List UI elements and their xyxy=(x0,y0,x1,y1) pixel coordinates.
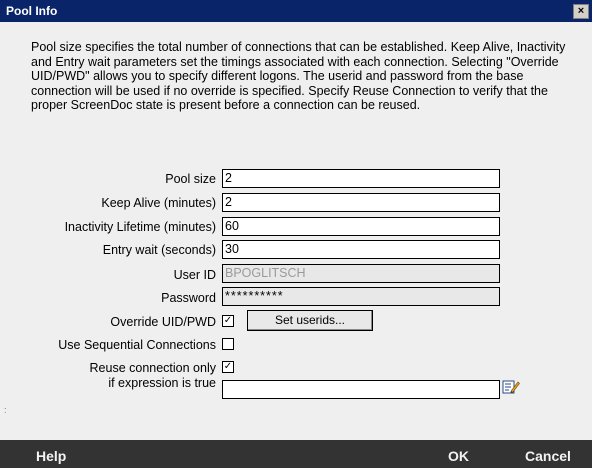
keep-alive-label: Keep Alive (minutes) xyxy=(101,196,216,210)
inactivity-lifetime-label: Inactivity Lifetime (minutes) xyxy=(64,220,216,234)
password-input: ********** xyxy=(222,287,500,306)
cancel-button[interactable]: Cancel xyxy=(525,448,571,464)
entry-wait-label: Entry wait (seconds) xyxy=(102,243,216,257)
description-text: Pool size specifies the total number of … xyxy=(31,40,566,113)
title-bar: Pool Info × xyxy=(0,0,592,22)
override-uid-pwd-label: Override UID/PWD xyxy=(110,315,216,329)
reuse-connection-label-line2: if expression is true xyxy=(108,376,216,390)
button-bar xyxy=(0,440,592,468)
keep-alive-input[interactable] xyxy=(222,193,500,212)
set-userids-button[interactable]: Set userids... xyxy=(247,310,373,331)
edit-expression-icon[interactable] xyxy=(502,379,520,395)
close-icon[interactable]: × xyxy=(573,4,589,19)
pool-info-dialog: Pool Info × Pool size specifies the tota… xyxy=(0,0,592,468)
entry-wait-input[interactable] xyxy=(222,240,500,259)
window-title: Pool Info xyxy=(6,4,58,18)
pool-size-label: Pool size xyxy=(165,172,216,186)
use-sequential-label: Use Sequential Connections xyxy=(58,338,216,352)
use-sequential-checkbox[interactable] xyxy=(222,338,234,350)
reuse-expression-input[interactable] xyxy=(222,380,500,399)
ok-button[interactable]: OK xyxy=(448,448,469,464)
help-button[interactable]: Help xyxy=(36,448,66,464)
override-uid-pwd-checkbox[interactable]: ✓ xyxy=(222,315,234,327)
pool-size-input[interactable] xyxy=(222,169,500,188)
user-id-input xyxy=(222,264,500,283)
inactivity-lifetime-input[interactable] xyxy=(222,217,500,236)
reuse-connection-label-line1: Reuse connection only xyxy=(89,361,216,375)
password-label: Password xyxy=(161,291,216,305)
user-id-label: User ID xyxy=(173,268,216,282)
reuse-connection-checkbox[interactable]: ✓ xyxy=(222,361,234,373)
edge-mark: : xyxy=(4,405,7,415)
